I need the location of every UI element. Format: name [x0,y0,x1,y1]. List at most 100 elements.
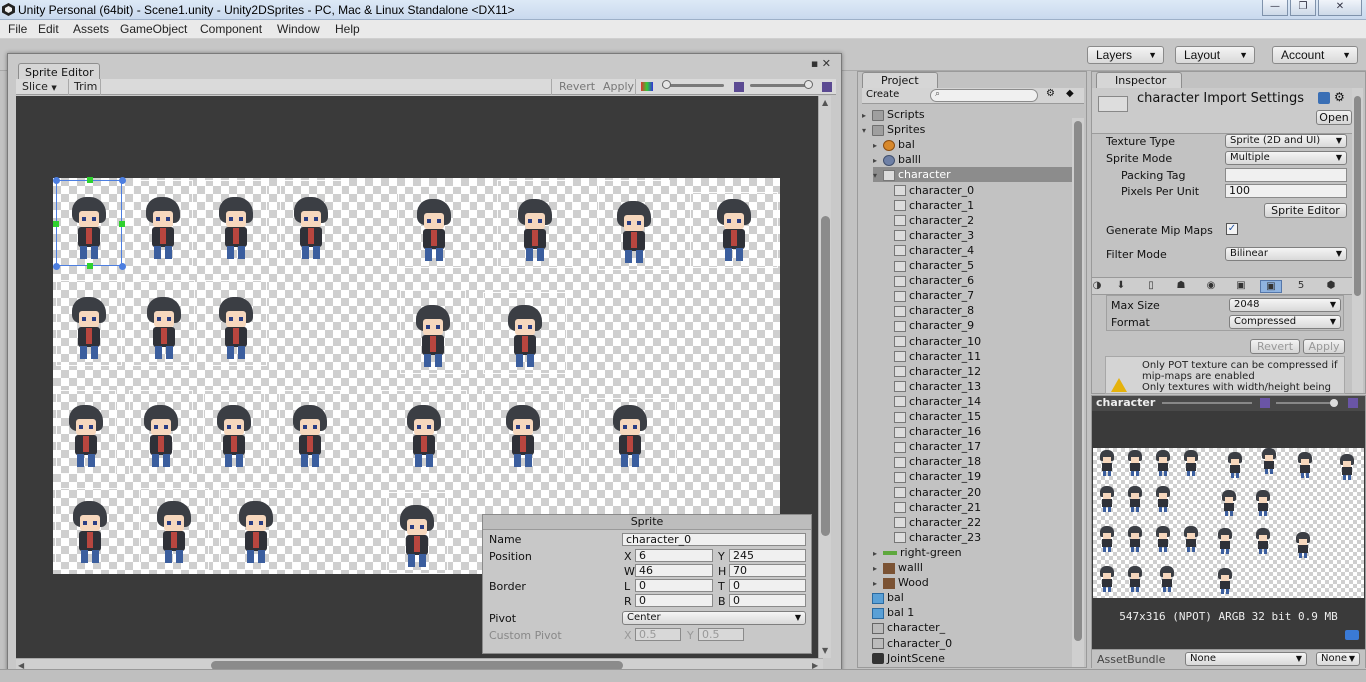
sprite-frame[interactable] [690,192,778,268]
checker-icon[interactable] [1348,398,1358,408]
web-platform-icon[interactable]: ◉ [1200,280,1222,293]
resize-handle[interactable] [87,177,93,183]
max-size-dropdown[interactable]: 2048 ▼ [1229,298,1341,312]
tree-item[interactable]: character_23 [884,530,1072,545]
expand-right-icon[interactable]: ▸ [873,561,883,576]
alpha-icon[interactable] [734,82,744,92]
apply-sprites-button[interactable]: Apply [603,80,634,93]
sprite-frame[interactable] [129,390,193,474]
tree-item[interactable]: character_1 [884,198,1072,213]
alpha-toggle-icon[interactable] [1260,398,1270,408]
tree-item[interactable]: bal 1 [862,605,1072,620]
tree-item[interactable]: ▸ bal [873,137,1072,152]
position-y-field[interactable]: 245 [729,549,806,562]
sprite-frame[interactable] [133,280,195,366]
width-field[interactable]: 46 [635,564,713,577]
sprite-frame[interactable] [205,280,267,366]
tree-item[interactable]: character_7 [884,288,1072,303]
sprite-frame[interactable] [133,180,193,266]
resize-handle[interactable] [53,263,60,270]
tree-item[interactable]: character_17 [884,439,1072,454]
expand-right-icon[interactable]: ▸ [873,546,883,561]
tree-item[interactable]: ▸ balll [873,152,1072,167]
tree-item[interactable]: character_2 [884,213,1072,228]
resize-handle[interactable] [53,221,59,227]
sprite-frame[interactable] [398,186,470,268]
tree-item[interactable]: character_12 [884,364,1072,379]
scroll-up-icon[interactable]: ▲ [822,98,828,107]
sprite-frame[interactable] [203,390,265,474]
packing-tag-field[interactable] [1225,168,1347,182]
tree-item[interactable]: character_11 [884,349,1072,364]
scroll-down-icon[interactable]: ▼ [822,646,828,655]
resize-handle[interactable] [119,221,125,227]
tag-icon[interactable] [1345,630,1359,640]
standalone-platform-icon[interactable]: ⬇ [1110,280,1132,293]
filter-mode-dropdown[interactable]: Bilinear ▼ [1225,247,1347,261]
menu-assets[interactable]: Assets [73,22,109,36]
expand-right-icon[interactable]: ▸ [862,108,872,123]
sprite-editor-button[interactable]: Sprite Editor [1264,203,1347,218]
border-left-field[interactable]: 0 [635,579,713,592]
tree-item[interactable]: ▸ Wood [873,575,1072,590]
custom-pivot-y-field[interactable]: 0.5 [698,628,744,641]
layers-dropdown[interactable]: Layers ▼ [1087,46,1164,64]
sprite-frame[interactable] [386,492,448,574]
color-channels-icon[interactable] [641,82,653,91]
scroll-thumb[interactable] [821,216,830,536]
maximize-button[interactable]: ❐ [1290,0,1316,16]
tree-item[interactable]: character_0 [884,183,1072,198]
tree-item[interactable]: ▸ walll [873,560,1072,575]
filter-label-icon[interactable]: ◆ [1066,88,1074,99]
sprite-frame[interactable] [205,180,267,266]
sprite-frame[interactable] [584,398,676,474]
generate-mipmaps-checkbox[interactable]: ✓ [1226,223,1238,235]
sprite-frame[interactable] [400,290,466,374]
create-button[interactable]: Create [866,89,899,100]
project-scrollbar[interactable] [1072,118,1084,667]
sprite-frame[interactable] [56,390,116,474]
revert-button[interactable]: Revert [1250,339,1300,354]
menu-component[interactable]: Component [200,22,262,36]
scroll-thumb[interactable] [1354,96,1361,296]
pixels-per-unit-field[interactable]: 100 [1225,184,1347,198]
vertical-scrollbar[interactable]: ▲ ▼ [818,96,831,658]
sprite-frame[interactable] [497,180,573,268]
account-dropdown[interactable]: Account ▼ [1272,46,1358,64]
slider-knob[interactable] [804,80,813,89]
menu-window[interactable]: Window [277,22,320,36]
tree-item[interactable]: JointScene [862,651,1072,666]
sprite-frame[interactable] [139,488,209,570]
tree-item[interactable]: character_13 [884,379,1072,394]
tree-item[interactable]: character_9 [884,318,1072,333]
xbox-platform-icon[interactable]: ▣ [1230,280,1252,293]
checker-icon[interactable] [822,82,832,92]
window-menu-close-icon[interactable]: ▪ ✕ [811,57,831,70]
tab-sprite-editor[interactable]: Sprite Editor [18,63,100,80]
sprite-frame[interactable] [598,180,670,270]
minimize-button[interactable]: — [1262,0,1288,16]
zoom-slider[interactable] [750,80,813,89]
texture-type-dropdown[interactable]: Sprite (2D and UI) ▼ [1225,134,1347,148]
ios-platform-icon[interactable]: ▯ [1140,280,1162,293]
name-field[interactable]: character_0 [622,533,806,546]
tree-item[interactable]: character_14 [884,394,1072,409]
help-icon[interactable] [1318,92,1330,104]
sprite-frame[interactable] [280,180,342,266]
assetbundle-dropdown[interactable]: None ▼ [1185,652,1307,666]
expand-right-icon[interactable]: ▸ [873,153,883,168]
apply-button[interactable]: Apply [1303,339,1345,354]
sprite-frame[interactable] [219,488,293,570]
tree-item[interactable]: character_8 [884,303,1072,318]
resize-handle[interactable] [87,263,93,269]
zoom-slider[interactable] [1276,399,1338,407]
slice-dropdown[interactable]: Slice ▼ [22,80,57,93]
slider-knob[interactable] [662,80,671,89]
tab-project[interactable]: Project [862,72,938,88]
sprite-frame[interactable] [482,390,564,474]
default-platform-icon[interactable]: ◑ [1086,280,1108,293]
tree-item[interactable]: character_ [862,620,1072,635]
gear-icon[interactable]: ⚙ [1334,90,1345,104]
menu-help[interactable]: Help [335,22,360,36]
resize-handle[interactable] [53,177,60,184]
